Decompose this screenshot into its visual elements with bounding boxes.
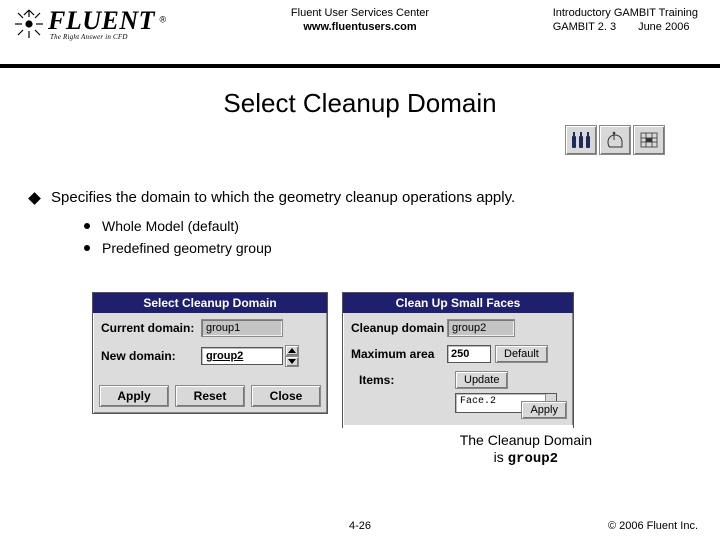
dialog-select-cleanup-domain: Select Cleanup Domain Current domain: gr… [92,292,328,414]
stepper-up-icon[interactable] [285,345,299,356]
dialog-a-new-domain-input[interactable]: group2 [201,347,283,365]
bottles-icon[interactable] [565,125,597,155]
dialog-b-list-item[interactable]: Face.2 [460,396,496,412]
header-right-version: GAMBIT 2. 3 [553,20,616,34]
dialog-b-maxarea-input[interactable]: 250 [447,345,491,363]
bullet-sub-2: Predefined geometry group [102,240,272,256]
dialog-b-apply-button[interactable]: Apply [521,401,567,419]
page-number: 4-26 [349,520,371,532]
dialog-b-domain-value: group2 [447,319,515,337]
dialog-a-reset-button[interactable]: Reset [175,385,245,407]
dialog-a-apply-button[interactable]: Apply [99,385,169,407]
copyright: © 2006 Fluent Inc. [608,520,698,532]
dialog-b-cutoff [343,425,573,429]
slide-title: Select Cleanup Domain [0,88,720,119]
dialog-b-maxarea-label: Maximum area [351,347,447,361]
dialog-b-domain-label: Cleanup domain [351,321,447,335]
logo-registered: ® [159,15,166,25]
callout: The Cleanup Domain is group2 [460,432,592,468]
slide-footer: 4-26 © 2006 Fluent Inc. [0,520,720,532]
header-center: Fluent User Services Center www.fluentus… [291,6,429,34]
dialog-a-current-label: Current domain: [101,321,201,335]
fluent-logo: FLUENT ® The Right Answer in CFD [14,6,166,41]
dialog-a-current-value: group1 [201,319,283,337]
bullet-dot [84,223,90,229]
bullets: Specifies the domain to which the geomet… [30,189,720,256]
dialog-b-items-label: Items: [359,371,455,387]
dialog-a-close-button[interactable]: Close [251,385,321,407]
slide-header: FLUENT ® The Right Answer in CFD Fluent … [0,0,720,68]
callout-line2-pre: is [494,449,508,465]
grid-select-icon[interactable] [633,125,665,155]
callout-line2-value: group2 [508,451,558,467]
logo-tagline: The Right Answer in CFD [50,33,166,41]
hand-point-icon[interactable] [599,125,631,155]
toolbar-icon-row [565,125,665,155]
fluent-sun-icon [14,9,44,39]
dialog-cleanup-small-faces: Clean Up Small Faces Cleanup domain grou… [342,292,574,428]
dialog-b-default-button[interactable]: Default [495,345,548,363]
bullet-diamond [28,192,41,205]
dialog-a-title: Select Cleanup Domain [93,293,327,313]
bullet-dot [84,245,90,251]
header-center-line2: www.fluentusers.com [291,20,429,34]
bullet-sub-1: Whole Model (default) [102,218,239,234]
dialog-a-stepper[interactable] [285,345,299,367]
header-right-line1: Introductory GAMBIT Training [553,6,698,20]
stepper-down-icon[interactable] [285,356,299,367]
dialog-b-title: Clean Up Small Faces [343,293,573,313]
bullet-main: Specifies the domain to which the geomet… [51,189,515,206]
logo-wordmark: FLUENT [48,6,155,35]
header-right-date: June 2006 [638,20,689,34]
header-center-line1: Fluent User Services Center [291,6,429,20]
callout-line1: The Cleanup Domain [460,432,592,449]
dialog-a-new-label: New domain: [101,349,201,363]
dialog-b-update-button[interactable]: Update [455,371,508,389]
header-right: Introductory GAMBIT Training GAMBIT 2. 3… [553,6,698,34]
